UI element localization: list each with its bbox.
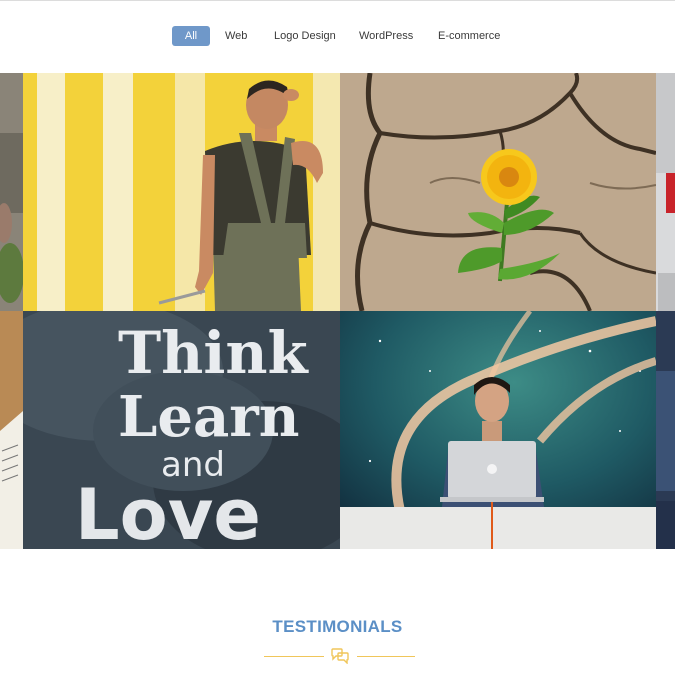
portfolio-tile-flower[interactable] — [340, 73, 656, 311]
portfolio-tile-partial-left-top[interactable] — [0, 73, 23, 311]
speech-bubbles-icon — [330, 648, 350, 665]
portfolio-tile-painter[interactable] — [23, 73, 340, 311]
portfolio-tile-laptop[interactable] — [340, 311, 656, 549]
chalk-word-love: Love — [75, 474, 261, 549]
portfolio-tile-partial-left-bottom[interactable] — [0, 311, 23, 549]
portfolio-tile-chalkboard[interactable]: Think Learn and Love — [23, 311, 340, 549]
chalk-word-think: Think — [118, 319, 310, 387]
painter-photo — [23, 73, 340, 311]
header-divider — [0, 0, 675, 1]
portfolio-gallery: Think Learn and Love — [0, 73, 675, 549]
testimonials-heading: TESTIMONIALS — [272, 617, 403, 636]
heading-divider-right — [357, 656, 415, 657]
laptop-space-photo — [340, 311, 656, 549]
heading-divider-left — [264, 656, 324, 657]
portfolio-tile-partial-right-top[interactable] — [656, 73, 675, 311]
filter-wordpress-button[interactable]: WordPress — [359, 26, 413, 46]
filter-ecommerce-button[interactable]: E-commerce — [438, 26, 500, 46]
filter-logo-design-button[interactable]: Logo Design — [274, 26, 336, 46]
portfolio-filter-bar: All Web Logo Design WordPress E-commerce — [0, 26, 675, 48]
flower-photo — [340, 73, 656, 311]
chalk-word-learn: Learn — [118, 384, 300, 450]
portfolio-tile-partial-right-bottom[interactable] — [656, 311, 675, 549]
chalkboard-photo: Think Learn and Love — [23, 311, 340, 549]
filter-all-button[interactable]: All — [172, 26, 210, 46]
filter-web-button[interactable]: Web — [225, 26, 247, 46]
